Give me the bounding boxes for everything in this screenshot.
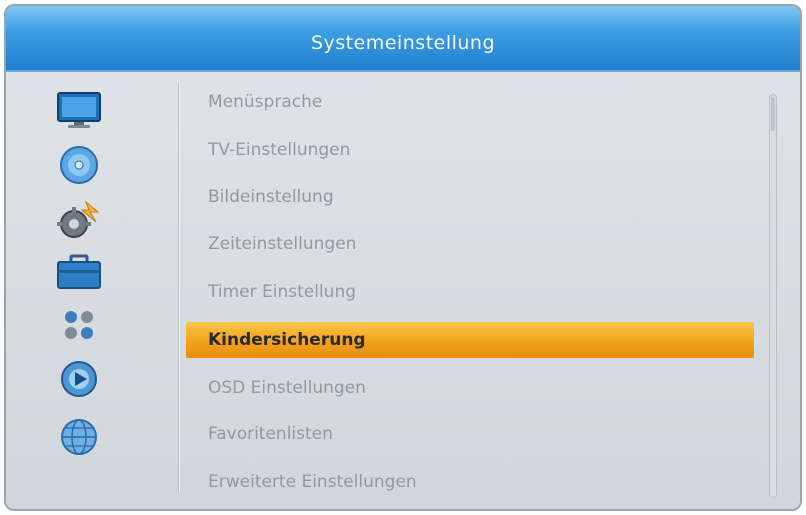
network-globe-icon[interactable]: [54, 416, 104, 458]
menu-item-favorite-lists[interactable]: Favoritenlisten: [186, 416, 754, 452]
media-player-icon[interactable]: [54, 358, 104, 400]
menu-item-picture-settings[interactable]: Bildeinstellung: [186, 179, 754, 215]
settings-menu: Menüsprache TV-Einstellungen Bildeinstel…: [186, 82, 758, 509]
menu-item-time-settings[interactable]: Zeiteinstellungen: [186, 226, 754, 262]
disc-icon[interactable]: [54, 144, 104, 186]
menu-item-osd-settings[interactable]: OSD Einstellungen: [186, 370, 754, 406]
games-icon[interactable]: [54, 304, 104, 346]
menu-item-timer-settings[interactable]: Timer Einstellung: [186, 274, 754, 310]
scrollbar-thumb[interactable]: [771, 97, 775, 131]
content-area: Menüsprache TV-Einstellungen Bildeinstel…: [6, 72, 800, 509]
menu-item-tv-settings[interactable]: TV-Einstellungen: [186, 132, 754, 168]
system-gear-icon[interactable]: [54, 198, 104, 240]
page-title: Systemeinstellung: [310, 32, 496, 54]
toolbox-icon[interactable]: [54, 252, 104, 294]
sidebar-divider: [178, 82, 180, 492]
title-bar: Systemeinstellung: [6, 6, 800, 72]
system-settings-screen: Systemeinstellung Menüsprache TV-Einstel…: [4, 4, 802, 511]
tv-monitor-icon[interactable]: [54, 88, 104, 130]
menu-item-menu-language[interactable]: Menüsprache: [186, 84, 754, 120]
sidebar: [6, 72, 178, 509]
menu-item-parental-control[interactable]: Kindersicherung: [186, 322, 754, 358]
menu-scrollbar[interactable]: [769, 94, 777, 498]
menu-item-advanced-settings[interactable]: Erweiterte Einstellungen: [186, 464, 754, 500]
